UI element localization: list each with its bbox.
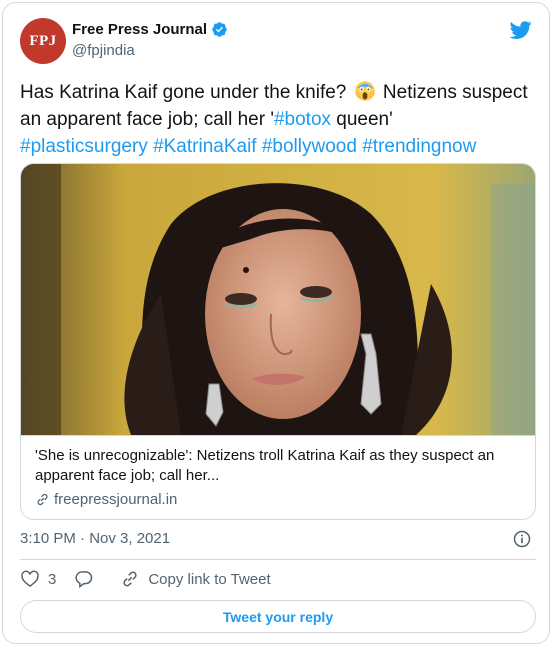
heart-icon [21, 570, 39, 588]
link-preview-domain-row[interactable]: freepressjournal.in [35, 491, 521, 508]
avatar[interactable]: FPJ [20, 18, 66, 64]
link-icon [37, 493, 48, 506]
hashtag-link[interactable]: #botox [274, 109, 331, 130]
tweet-text: Has Katrina Kaif gone under the knife? N… [20, 79, 536, 160]
info-icon[interactable] [512, 529, 532, 549]
tweet-card: FPJ Free Press Journal @fpjindia Has Kat… [2, 2, 550, 644]
author-handle[interactable]: @fpjindia [72, 42, 135, 59]
author-name-row[interactable]: Free Press Journal [72, 21, 228, 38]
tweet-text-part: queen' [331, 109, 393, 130]
copy-link-label[interactable]: Copy link to Tweet [148, 571, 270, 588]
reply-bubble-icon [75, 571, 93, 588]
avatar-logo-text: FPJ [29, 32, 57, 49]
tweet-your-reply-button[interactable]: Tweet your reply [20, 600, 536, 633]
copy-link-button[interactable]: Copy link to Tweet [120, 569, 271, 589]
verified-badge-icon [212, 22, 227, 37]
like-count: 3 [48, 570, 57, 588]
action-bar: 3 Copy link to Tweet [20, 569, 289, 589]
reply-button[interactable] [74, 569, 102, 589]
hashtag-link[interactable]: #plasticsurgery [20, 136, 148, 157]
twitter-bird-icon[interactable] [509, 19, 533, 41]
author-name[interactable]: Free Press Journal [72, 21, 207, 38]
like-button[interactable]: 3 [20, 569, 56, 589]
tweet-text-part: Has Katrina Kaif gone under the knife? [20, 82, 352, 103]
hashtag-link[interactable]: #KatrinaKaif [153, 136, 257, 157]
hashtag-link[interactable]: #bollywood [262, 136, 357, 157]
link-preview-title[interactable]: 'She is unrecognizable': Netizens troll … [35, 446, 521, 486]
link-preview-card[interactable]: 'She is unrecognizable': Netizens troll … [20, 163, 536, 520]
link-preview-meta[interactable]: 'She is unrecognizable': Netizens troll … [21, 435, 535, 518]
hashtag-link[interactable]: #trendingnow [362, 136, 476, 157]
divider [20, 559, 536, 560]
link-preview-domain[interactable]: freepressjournal.in [54, 491, 177, 508]
screaming-face-emoji-icon [354, 81, 375, 101]
article-photo[interactable] [21, 164, 536, 435]
tweet-timestamp[interactable]: 3:10 PM · Nov 3, 2021 [20, 530, 170, 547]
link-icon [123, 571, 137, 587]
